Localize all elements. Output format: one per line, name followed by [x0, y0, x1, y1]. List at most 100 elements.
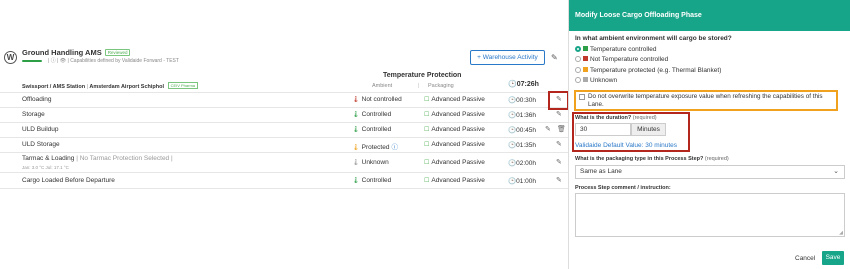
table-row[interactable]: Offloading 🌡 Not controlled ☐ Advanced Pas…: [0, 92, 568, 107]
duration-cell: 🕒01:35h: [508, 141, 536, 149]
option-label: Not Temperature controlled: [590, 56, 669, 63]
required-label: (required): [704, 156, 729, 162]
table-row[interactable]: ULD Buildup 🌡 Controlled ☐ Advanced Passiv…: [0, 122, 568, 137]
color-swatch: [583, 77, 588, 82]
station-separator: |: [86, 84, 89, 90]
duration-cell: 🕒01:36h: [508, 111, 536, 119]
default-duration-link[interactable]: Validaide Default Value: 30 minutes: [575, 142, 677, 149]
thermometer-icon: 🌡: [352, 178, 360, 184]
step-name: Storage: [22, 111, 45, 118]
packaging-value: Advanced Passive: [431, 96, 485, 103]
ambient-option-protected[interactable]: Temperature protected (e.g. Thermal Blan…: [575, 67, 721, 74]
ceiv-badge: CEIV Pharma: [167, 82, 199, 89]
comment-textarea[interactable]: ◢: [575, 193, 845, 237]
panel-header: Modify Loose Cargo Offloading Phase: [569, 0, 850, 31]
cancel-button[interactable]: Cancel: [795, 255, 815, 262]
step-name: ULD Storage: [22, 141, 60, 148]
resize-handle-icon[interactable]: ◢: [839, 230, 843, 236]
duration-question: What is the duration? (required): [575, 115, 657, 121]
edit-icon[interactable]: ✎: [556, 110, 562, 118]
temperature-range: Jan: 3.0 °C Jul: 17.1 °C: [22, 165, 69, 170]
color-swatch: [583, 56, 588, 61]
thermometer-icon: 🌡: [352, 145, 360, 151]
clock-icon: 🕒: [508, 97, 517, 104]
duration-value: 01:00h: [516, 178, 536, 185]
packaging-value: Advanced Passive: [431, 159, 485, 166]
overwrite-checkbox-label: Do not overwrite temperature exposure va…: [588, 93, 823, 108]
edit-icon[interactable]: ✎: [556, 176, 562, 184]
save-button[interactable]: Save: [822, 251, 844, 265]
ambient-question: In what ambient environment will cargo b…: [575, 35, 732, 42]
ambient-value: Unknown: [361, 159, 389, 166]
station-line: Swissport / AMS Station | Amsterdam Airp…: [22, 82, 199, 90]
step-name: Offloading: [22, 96, 52, 103]
duration-value: 01:35h: [516, 142, 536, 149]
trash-icon[interactable]: 🗑: [557, 125, 566, 133]
edit-icon[interactable]: ✎: [556, 140, 562, 148]
package-icon: ☐: [424, 160, 430, 166]
duration-unit: Minutes: [631, 123, 666, 136]
ambient-cell: 🌡 Controlled: [352, 126, 391, 133]
ambient-cell: 🌡 Unknown: [352, 159, 389, 166]
required-label: (required): [632, 115, 657, 121]
ambient-cell: 🌡 Not controlled: [352, 96, 402, 103]
edit-icon[interactable]: ✎: [556, 158, 562, 166]
packaging-value: Advanced Passive: [431, 141, 485, 148]
table-row[interactable]: ULD Storage 🌡 Protected ⓘ ☐ Advanced Passiv…: [0, 137, 568, 152]
table-row[interactable]: Cargo Loaded Before Departure 🌡 Controlle…: [0, 172, 568, 189]
add-warehouse-activity-button[interactable]: + Warehouse Activity: [470, 50, 545, 65]
step-name-line: Tarmac & Loading | No Tarmac Protection …: [22, 155, 173, 162]
ambient-option-controlled[interactable]: Temperature controlled: [575, 46, 656, 53]
panel-title: Modify Loose Cargo Offloading Phase: [575, 12, 702, 19]
packaging-cell: ☐ Advanced Passive: [424, 141, 485, 148]
color-swatch: [583, 67, 588, 72]
table-row[interactable]: Storage 🌡 Controlled ☐ Advanced Passive 🕒0…: [0, 107, 568, 122]
highlight-edit-offloading: [548, 91, 569, 110]
progress-bar: [22, 60, 42, 62]
ambient-value: Controlled: [361, 126, 392, 133]
package-icon: ☐: [424, 127, 430, 133]
packaging-cell: ☐ Advanced Passive: [424, 111, 485, 118]
ambient-value: Controlled: [361, 177, 392, 184]
page-title: Ground Handling AMS Reviewed: [22, 48, 131, 57]
ambient-option-not-controlled[interactable]: Not Temperature controlled: [575, 56, 668, 63]
duration-cell: 🕒02:00h: [508, 159, 536, 167]
thermometer-icon: 🌡: [352, 97, 360, 103]
radio-unselected[interactable]: [575, 67, 581, 73]
ambient-cell: 🌡 Protected ⓘ: [352, 141, 398, 151]
packaging-select-value: Same as Lane: [580, 168, 622, 175]
tarmac-note: | No Tarmac Protection Selected |: [76, 155, 173, 162]
ambient-option-unknown[interactable]: Unknown: [575, 77, 617, 84]
info-icon[interactable]: ⓘ: [391, 144, 398, 151]
step-name: Cargo Loaded Before Departure: [22, 177, 115, 184]
airport-name: Amsterdam Airport Schiphol: [89, 84, 165, 90]
packaging-value: Advanced Passive: [431, 111, 485, 118]
edit-lane-icon[interactable]: ✎: [551, 53, 558, 62]
overwrite-checkbox[interactable]: [579, 94, 585, 100]
station-name: Swissport / AMS Station: [22, 84, 86, 90]
total-duration: 🕒07:26h: [508, 80, 539, 88]
ambient-value: Protected: [361, 144, 390, 151]
duration-value: 00:45h: [516, 127, 536, 134]
package-icon: ☐: [424, 178, 430, 184]
duration-input[interactable]: 30: [575, 123, 631, 136]
packaging-question: What is the packaging type in this Proce…: [575, 156, 729, 162]
step-name: ULD Buildup: [22, 126, 59, 133]
thermometer-icon: 🌡: [352, 112, 360, 118]
clock-icon: 🕒: [508, 81, 517, 88]
packaging-cell: ☐ Advanced Passive: [424, 177, 485, 184]
ambient-value: Not controlled: [361, 96, 402, 103]
clock-icon: 🕒: [508, 127, 517, 134]
ambient-cell: 🌡 Controlled: [352, 111, 391, 118]
step-name: Tarmac & Loading: [22, 155, 75, 162]
packaging-select[interactable]: Same as Lane ⌄: [575, 165, 845, 179]
radio-unselected[interactable]: [575, 77, 581, 83]
edit-icon[interactable]: ✎: [545, 125, 551, 133]
table-row[interactable]: Tarmac & Loading | No Tarmac Protection …: [0, 152, 568, 172]
radio-selected[interactable]: [575, 46, 581, 52]
ambient-value: Controlled: [361, 111, 392, 118]
clock-icon: 🕒: [508, 142, 517, 149]
total-duration-value: 07:26h: [516, 81, 539, 88]
radio-unselected[interactable]: [575, 56, 581, 62]
packaging-cell: ☐ Advanced Passive: [424, 126, 485, 133]
